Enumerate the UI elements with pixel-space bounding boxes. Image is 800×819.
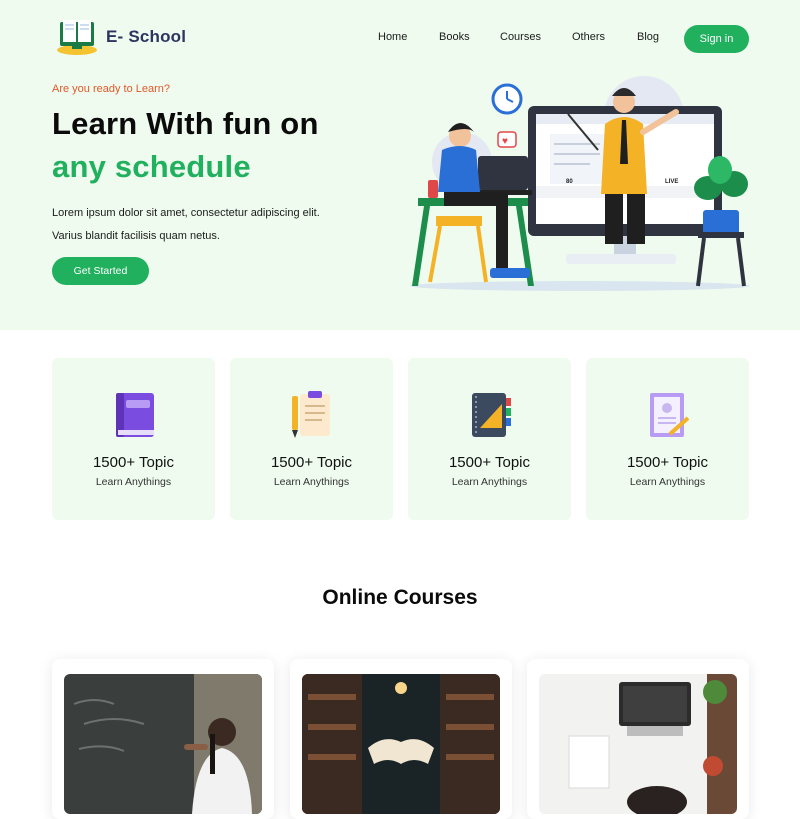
online-learning-illustration: 80 LIVE ♥: [410, 76, 750, 291]
hero-description-line1: Lorem ipsum dolor sit amet, consectetur …: [52, 207, 320, 219]
feature-title: 1500+ Topic: [626, 454, 709, 471]
certificate-pen-icon: [650, 393, 690, 437]
online-courses-title: Online Courses: [322, 586, 478, 609]
clock-icon: [491, 83, 523, 115]
hero-title-line2: any schedule: [52, 149, 251, 184]
clipboard-pen-icon: [292, 391, 330, 438]
nav-courses[interactable]: Courses: [500, 31, 541, 43]
book-logo-icon: [57, 20, 97, 55]
nav-others[interactable]: Others: [572, 31, 605, 43]
course-image-library: [302, 674, 500, 814]
course-card[interactable]: [290, 659, 512, 819]
nav-blog[interactable]: Blog: [637, 31, 659, 43]
feature-subtitle: Learn Anythings: [451, 476, 528, 488]
hero-eyebrow: Are you ready to Learn?: [52, 83, 171, 95]
get-started-button[interactable]: Get Started: [52, 257, 149, 285]
screen-live: LIVE: [665, 179, 678, 185]
svg-text:♥: ♥: [502, 136, 508, 147]
course-card[interactable]: [527, 659, 749, 819]
screen-stat: 80: [566, 179, 573, 185]
notebook-ruler-icon: [472, 393, 511, 437]
course-image-laptop-desk: [539, 674, 737, 814]
feature-subtitle: Learn Anythings: [273, 476, 350, 488]
logo[interactable]: E- School: [54, 16, 204, 58]
feature-card[interactable]: 1500+ Topic Learn Anythings: [52, 358, 215, 520]
signin-button[interactable]: Sign in: [684, 25, 749, 53]
course-card[interactable]: [52, 659, 274, 819]
course-image-chalkboard: [64, 674, 262, 814]
nav-books[interactable]: Books: [439, 31, 470, 43]
purple-book-icon: [116, 393, 154, 437]
logo-text: E- School: [106, 27, 187, 46]
feature-card[interactable]: 1500+ Topic Learn Anythings: [408, 358, 571, 520]
feature-subtitle: Learn Anythings: [95, 476, 172, 488]
feature-title: 1500+ Topic: [448, 454, 531, 471]
feature-subtitle: Learn Anythings: [629, 476, 706, 488]
feature-title: 1500+ Topic: [92, 454, 175, 471]
hero-title-line1: Learn With fun on: [52, 106, 319, 141]
feature-card[interactable]: 1500+ Topic Learn Anythings: [586, 358, 749, 520]
feature-title: 1500+ Topic: [270, 454, 353, 471]
nav-home[interactable]: Home: [378, 31, 407, 43]
feature-card[interactable]: 1500+ Topic Learn Anythings: [230, 358, 393, 520]
hero-description-line2: Varius blandit facilisis quam netus.: [52, 230, 220, 242]
